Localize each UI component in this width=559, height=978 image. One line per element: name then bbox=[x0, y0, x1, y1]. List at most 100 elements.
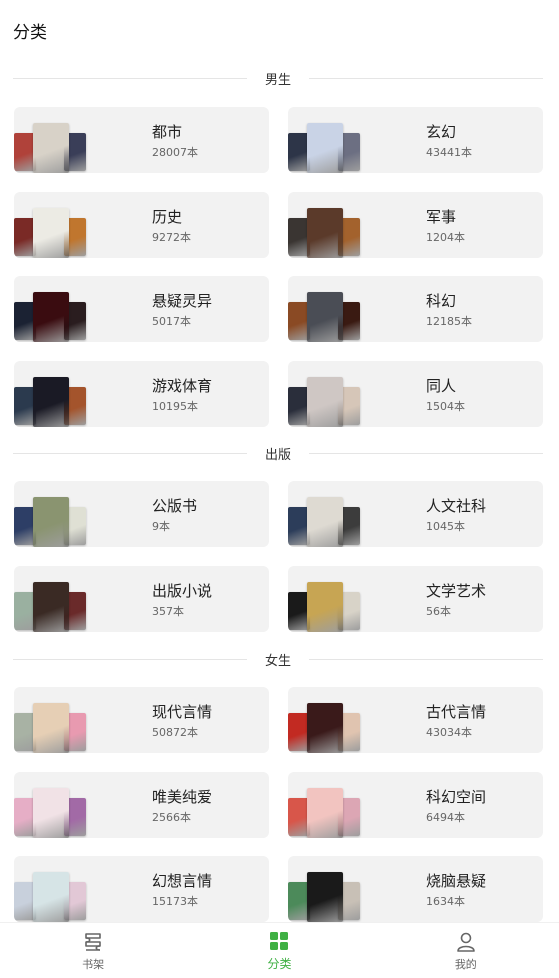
category-card[interactable]: 幻想言情 15173本 bbox=[14, 856, 269, 922]
category-name: 军事 bbox=[426, 207, 457, 226]
category-card[interactable]: 现代言情 50872本 bbox=[14, 687, 269, 753]
category-name: 出版小说 bbox=[152, 581, 213, 600]
category-card[interactable]: 唯美纯爱 2566本 bbox=[14, 771, 269, 838]
section-header: 女生 bbox=[13, 649, 544, 669]
section-label: 女生 bbox=[265, 653, 292, 669]
book-cover-stack bbox=[288, 772, 363, 838]
tab-mine[interactable]: 我的 bbox=[426, 930, 506, 972]
book-cover-image bbox=[307, 497, 343, 547]
category-card[interactable]: 科幻 12185本 bbox=[288, 276, 543, 342]
book-cover-image bbox=[307, 872, 343, 922]
category-book-count: 1045本 bbox=[426, 520, 465, 533]
category-card[interactable]: 都市 28007本 bbox=[14, 107, 269, 173]
category-grid-icon bbox=[267, 929, 291, 953]
category-name: 唯美纯爱 bbox=[152, 787, 213, 806]
tab-category[interactable]: 分类 bbox=[239, 929, 319, 972]
book-cover-image bbox=[33, 581, 69, 632]
book-cover-stack bbox=[288, 566, 363, 632]
category-name: 幻想言情 bbox=[152, 872, 213, 890]
page: 分类 男生都市 28007本 玄幻 43441本历史 9272本 军事 1204本悬疑灵异 5… bbox=[0, 0, 559, 978]
category-card[interactable]: 玄幻 43441本 bbox=[288, 107, 543, 173]
category-card[interactable]: 科幻空间 6494本 bbox=[288, 771, 543, 838]
category-book-count: 15173本 bbox=[152, 895, 198, 908]
category-book-count: 9272本 bbox=[152, 230, 191, 244]
book-cover-stack bbox=[288, 107, 363, 173]
category-card[interactable]: 公版书 9本 bbox=[14, 481, 269, 547]
book-cover-stack bbox=[14, 276, 89, 342]
category-book-count: 1634本 bbox=[426, 895, 465, 908]
category-card[interactable]: 人文社科 1045本 bbox=[288, 481, 543, 547]
tab-bookshelf-label: 书架 bbox=[82, 957, 105, 971]
book-cover-image bbox=[307, 787, 343, 838]
book-cover-stack bbox=[14, 192, 89, 258]
category-name: 历史 bbox=[152, 207, 183, 226]
book-cover-image bbox=[33, 703, 69, 753]
book-cover-image bbox=[33, 207, 69, 258]
category-name: 同人 bbox=[426, 376, 457, 395]
category-card[interactable]: 历史 9272本 bbox=[14, 191, 269, 258]
divider bbox=[309, 452, 544, 454]
bookshelf-icon bbox=[81, 930, 105, 954]
book-cover-stack bbox=[288, 276, 363, 342]
category-card[interactable]: 出版小说 357本 bbox=[14, 565, 269, 632]
divider bbox=[13, 658, 247, 660]
category-card[interactable]: 游戏体育 10195本 bbox=[14, 360, 269, 427]
category-name: 玄幻 bbox=[426, 123, 457, 141]
book-cover-image bbox=[307, 207, 343, 258]
book-cover-stack bbox=[14, 107, 89, 173]
book-cover-stack bbox=[288, 192, 363, 258]
category-book-count: 43441本 bbox=[426, 146, 472, 159]
book-cover-image bbox=[33, 123, 69, 173]
book-cover-image bbox=[33, 292, 69, 342]
category-name: 人文社科 bbox=[426, 497, 487, 515]
section-label: 男生 bbox=[265, 72, 292, 88]
category-card[interactable]: 悬疑灵异 5017本 bbox=[14, 276, 269, 342]
book-cover-stack bbox=[14, 566, 89, 632]
category-book-count: 28007本 bbox=[152, 146, 198, 159]
category-book-count: 1204本 bbox=[426, 230, 465, 244]
category-card[interactable]: 军事 1204本 bbox=[288, 191, 543, 258]
category-name: 悬疑灵异 bbox=[152, 292, 213, 310]
divider bbox=[309, 77, 544, 79]
category-card[interactable]: 同人 1504本 bbox=[288, 360, 543, 427]
category-name: 科幻 bbox=[426, 292, 457, 310]
book-cover-image bbox=[307, 581, 343, 632]
category-book-count: 357本 bbox=[152, 604, 184, 618]
book-cover-image bbox=[33, 787, 69, 838]
book-cover-image bbox=[307, 123, 343, 173]
category-book-count: 12185本 bbox=[426, 315, 472, 328]
category-name: 烧脑悬疑 bbox=[426, 872, 487, 890]
book-cover-image bbox=[307, 292, 343, 342]
page-title: 分类 bbox=[13, 23, 47, 43]
category-card[interactable]: 古代言情 43034本 bbox=[288, 687, 543, 753]
category-name: 现代言情 bbox=[152, 703, 213, 721]
category-name: 都市 bbox=[152, 123, 183, 141]
book-cover-image bbox=[307, 376, 343, 427]
book-cover-image bbox=[33, 872, 69, 922]
category-card[interactable]: 烧脑悬疑 1634本 bbox=[288, 856, 543, 922]
divider bbox=[309, 658, 544, 660]
category-book-count: 5017本 bbox=[152, 315, 191, 328]
category-card[interactable]: 文学艺术 56本 bbox=[288, 565, 543, 632]
person-icon bbox=[454, 930, 478, 954]
tab-category-label: 分类 bbox=[267, 957, 292, 971]
book-cover-stack bbox=[14, 481, 89, 547]
book-cover-image bbox=[33, 497, 69, 547]
section-header: 出版 bbox=[13, 443, 544, 463]
category-book-count: 9本 bbox=[152, 520, 170, 533]
category-book-count: 43034本 bbox=[426, 726, 472, 739]
book-cover-image bbox=[33, 376, 69, 427]
divider bbox=[13, 77, 247, 79]
book-cover-stack bbox=[288, 361, 363, 427]
book-cover-stack bbox=[14, 361, 89, 427]
bottom-tab-bar: 书架 分类 我的 bbox=[0, 922, 559, 978]
category-name: 文学艺术 bbox=[426, 581, 487, 600]
category-book-count: 6494本 bbox=[426, 810, 465, 824]
category-name: 公版书 bbox=[152, 497, 198, 515]
category-book-count: 56本 bbox=[426, 604, 451, 618]
book-cover-stack bbox=[288, 481, 363, 547]
section-label: 出版 bbox=[265, 447, 292, 463]
category-name: 游戏体育 bbox=[152, 376, 213, 395]
tab-bookshelf[interactable]: 书架 bbox=[53, 930, 133, 972]
category-book-count: 1504本 bbox=[426, 399, 465, 413]
